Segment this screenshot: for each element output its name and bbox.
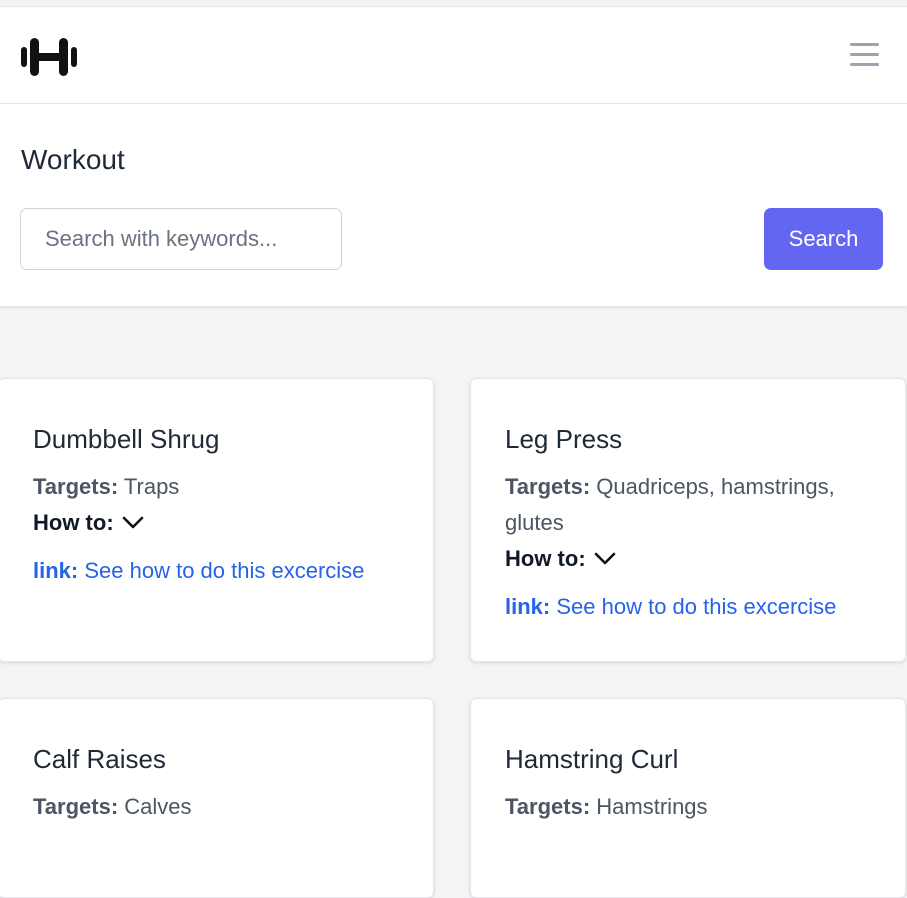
targets-label: Targets:: [505, 474, 591, 499]
howto-label: How to:: [33, 510, 114, 535]
exercise-card: Leg Press Targets: Quadriceps, hamstring…: [470, 378, 906, 662]
exercise-link-row: link: See how to do this excercise: [33, 553, 413, 589]
targets-label: Targets:: [505, 794, 591, 819]
dumbbell-logo-icon[interactable]: [20, 35, 78, 79]
targets-label: Targets:: [33, 474, 119, 499]
header-panel: Workout Search: [0, 104, 907, 306]
exercise-card: Calf Raises Targets: Calves: [0, 698, 434, 898]
targets-label: Targets:: [33, 794, 119, 819]
link-label: link:: [33, 558, 79, 583]
exercise-targets: Targets: Calves: [33, 789, 413, 825]
exercise-title: Hamstring Curl: [505, 744, 679, 774]
navbar: [0, 6, 907, 104]
exercise-link-row: link: See how to do this excercise: [505, 589, 885, 625]
targets-value: Calves: [124, 794, 192, 819]
chevron-down-icon: [594, 552, 615, 565]
exercise-targets: Targets: Hamstrings: [505, 789, 885, 825]
exercise-title: Leg Press: [505, 424, 623, 454]
exercise-targets: Targets: Traps: [33, 469, 413, 505]
search-button[interactable]: Search: [764, 208, 883, 270]
targets-value: Hamstrings: [596, 794, 708, 819]
chevron-down-icon: [122, 516, 143, 529]
exercise-card: Hamstring Curl Targets: Hamstrings: [470, 698, 906, 898]
exercise-title: Dumbbell Shrug: [33, 424, 220, 454]
howto-toggle[interactable]: How to:: [505, 541, 885, 577]
exercise-title: Calf Raises: [33, 744, 166, 774]
hamburger-menu-icon[interactable]: [850, 43, 880, 69]
search-input[interactable]: [20, 208, 342, 270]
targets-value: Traps: [123, 474, 180, 499]
exercise-targets: Targets: Quadriceps, hamstrings, glutes: [505, 469, 885, 541]
link-label: link:: [505, 594, 551, 619]
howto-label: How to:: [505, 546, 586, 571]
exercise-link[interactable]: See how to do this excercise: [556, 594, 836, 619]
page-title: Workout: [21, 144, 125, 175]
howto-toggle[interactable]: How to:: [33, 505, 413, 541]
exercise-card: Dumbbell Shrug Targets: Traps How to: li…: [0, 378, 434, 662]
exercise-link[interactable]: See how to do this excercise: [84, 558, 364, 583]
